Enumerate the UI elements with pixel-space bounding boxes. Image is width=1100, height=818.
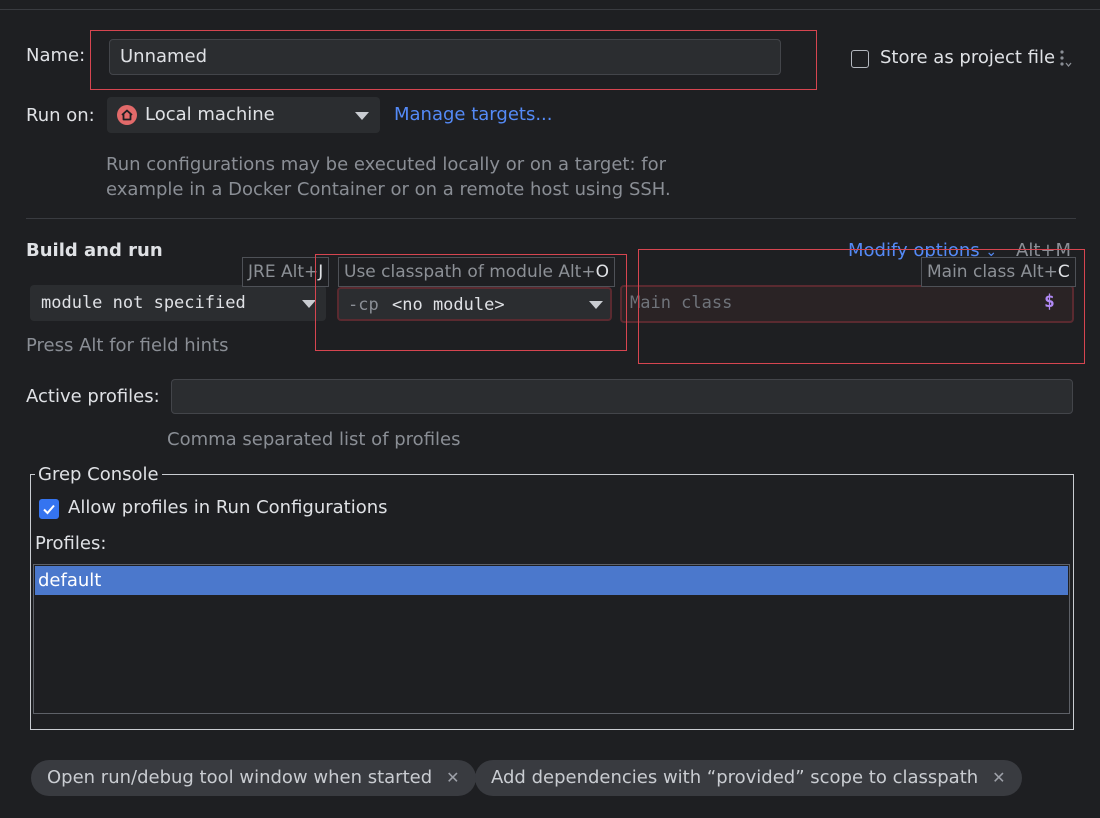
run-on-value: Local machine (145, 104, 275, 125)
build-run-title: Build and run (26, 240, 163, 261)
section-divider (26, 218, 1076, 219)
field-hint-text: Press Alt for field hints (26, 335, 229, 356)
store-project-checkbox[interactable] (851, 50, 869, 68)
allow-profiles-checkbox[interactable] (39, 499, 59, 519)
jre-value: module not specified (41, 293, 246, 313)
chevron-down-icon (355, 112, 369, 120)
description-line-2: example in a Docker Container or on a re… (106, 179, 671, 200)
name-label: Name: (26, 45, 86, 66)
run-on-label: Run on: (26, 105, 95, 126)
chip-label: Open run/debug tool window when started (47, 767, 433, 788)
vertical-dots-icon[interactable] (1058, 48, 1072, 70)
profiles-list-label: Profiles: (35, 533, 107, 554)
active-profiles-hint: Comma separated list of profiles (167, 429, 461, 450)
list-item[interactable]: default (35, 566, 1068, 595)
house-icon (117, 105, 137, 125)
store-project-label: Store as project file (880, 47, 1056, 68)
manage-targets-link[interactable]: Manage targets... (394, 104, 553, 125)
run-on-description: Run configurations may be executed local… (106, 152, 671, 202)
close-icon[interactable]: ✕ (446, 768, 459, 787)
allow-profiles-label: Allow profiles in Run Configurations (68, 497, 388, 518)
highlight-main-class (638, 249, 1085, 364)
profiles-list[interactable]: default (33, 564, 1070, 714)
run-on-dropdown[interactable]: Local machine (107, 97, 380, 133)
chip-provided-scope[interactable]: Add dependencies with “provided” scope t… (475, 760, 1022, 796)
active-profiles-input[interactable] (171, 379, 1073, 414)
chip-open-run-debug[interactable]: Open run/debug tool window when started ✕ (31, 760, 476, 796)
close-icon[interactable]: ✕ (992, 768, 1005, 787)
chevron-down-icon (302, 300, 316, 308)
jre-dropdown[interactable]: module not specified (30, 285, 326, 321)
checkmark-icon (42, 504, 55, 514)
chip-label: Add dependencies with “provided” scope t… (491, 767, 979, 788)
active-profiles-label: Active profiles: (26, 386, 160, 407)
top-divider (0, 9, 1100, 10)
list-item-label: default (38, 570, 102, 591)
grep-console-title: Grep Console (35, 464, 162, 485)
highlight-name (90, 30, 817, 90)
highlight-classpath (315, 254, 627, 351)
description-line-1: Run configurations may be executed local… (106, 154, 667, 175)
